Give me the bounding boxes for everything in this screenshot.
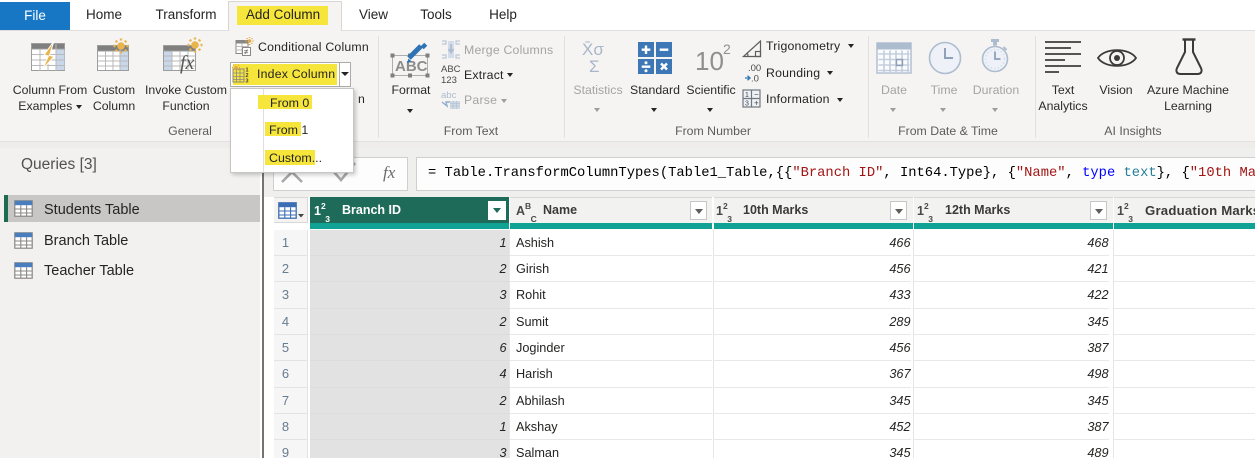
svg-text:ABC: ABC xyxy=(441,64,461,75)
svg-text:123: 123 xyxy=(441,75,457,86)
svg-text:fx: fx xyxy=(180,52,195,74)
svg-text:10: 10 xyxy=(695,46,724,76)
svg-text:.00: .00 xyxy=(748,63,761,74)
svg-text:≠: ≠ xyxy=(244,47,249,56)
svg-text:+: + xyxy=(754,99,759,108)
svg-text:fx: fx xyxy=(383,163,396,182)
svg-text:1: 1 xyxy=(745,92,749,99)
svg-text:2: 2 xyxy=(723,41,731,57)
svg-text:abc: abc xyxy=(441,90,457,101)
svg-text:ABC: ABC xyxy=(395,58,428,75)
svg-text:.0: .0 xyxy=(751,74,759,84)
svg-text:Σ: Σ xyxy=(589,57,600,74)
svg-text:3: 3 xyxy=(745,101,749,108)
svg-text:3: 3 xyxy=(246,79,249,85)
